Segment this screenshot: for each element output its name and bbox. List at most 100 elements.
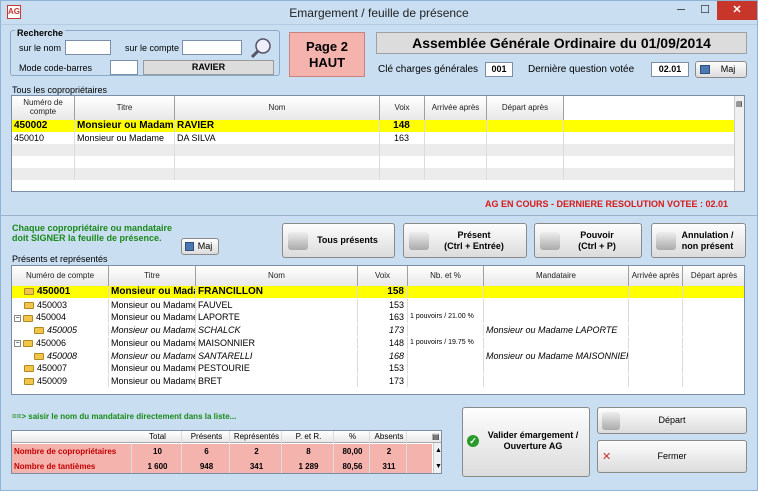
present-account-text: 450007 — [37, 363, 68, 374]
present-votes-cell: 168 — [358, 349, 408, 362]
col-title[interactable]: Titre — [75, 96, 175, 120]
window-title: Emargement / feuille de présence — [289, 6, 469, 20]
last-question-label: Dernière question votée — [528, 64, 635, 75]
present-account-cell: 450007 — [12, 362, 109, 375]
close-button[interactable]: ✕ Fermer — [597, 440, 747, 473]
page-badge: Page 2 HAUT — [289, 32, 365, 77]
col-votes[interactable]: Voix — [380, 96, 425, 120]
present-empty-cell — [629, 374, 683, 387]
maj-top-button[interactable]: Maj — [695, 61, 747, 78]
power-button[interactable]: Pouvoir (Ctrl + P) — [534, 223, 642, 258]
owner-row[interactable] — [12, 156, 734, 168]
owners-grid: Numéro de compte Titre Nom Voix Arrivée … — [11, 95, 745, 192]
folder-icon — [24, 287, 34, 295]
p-col-arrival[interactable]: Arrivée après — [629, 266, 683, 286]
present-row[interactable]: 450005 Monsieur ou Madame SCHALCK 173 Monsie… — [12, 324, 744, 337]
present-votes-cell: 158 — [358, 286, 408, 298]
owner-row[interactable]: 450002 Monsieur ou Madame RAVIER 148 — [12, 120, 734, 132]
col-account[interactable]: Numéro de compte — [12, 96, 75, 120]
present-row[interactable]: − 450006 Monsieur ou Madame MAISONNIER 148 1 … — [12, 336, 744, 349]
owner-departure-cell — [487, 144, 564, 156]
totals-scrollbar[interactable]: ▲ ▼ — [433, 443, 441, 473]
owner-row[interactable]: 450010 Monsieur ou Madame DA SILVA 163 — [12, 132, 734, 144]
p-col-nb[interactable]: Nb. et % — [408, 266, 484, 286]
present-votes-cell: 148 — [358, 336, 408, 349]
minimize-button[interactable]: ─ — [669, 1, 693, 20]
totals-header: Total Présents Représentés P. et R.% Absents… — [12, 431, 441, 443]
depart-label: Départ — [658, 415, 686, 425]
col-name[interactable]: Nom — [175, 96, 380, 120]
present-row[interactable]: 450007 Monsieur ou Madame PESTOURIE 153 — [12, 362, 744, 375]
present-row[interactable]: − 450004 Monsieur ou Madame LAPORTE 163 1 pou… — [12, 311, 744, 324]
status-text: AG EN COURS - DERNIERE RESOLUTION VOTEE … — [485, 199, 729, 209]
p-col-proxy[interactable]: Mandataire — [484, 266, 629, 286]
present-nb-cell: 1 pouvoirs / 19.75 % — [408, 336, 484, 349]
p-col-departure[interactable]: Départ après — [683, 266, 744, 286]
col-departure[interactable]: Départ après — [487, 96, 564, 120]
col-arrival[interactable]: Arrivée après — [425, 96, 487, 120]
present-row[interactable]: 450003 Monsieur ou Madame FAUVEL 153 — [12, 298, 744, 311]
owner-departure-cell — [487, 132, 564, 144]
present-proxy-cell — [484, 336, 629, 349]
p-col-title[interactable]: Titre — [109, 266, 196, 286]
owner-title-cell: Monsieur ou Madame — [75, 132, 175, 144]
p-col-name[interactable]: Nom — [196, 266, 358, 286]
account-search-input[interactable] — [182, 40, 242, 55]
maximize-button[interactable]: ☐ — [693, 1, 717, 20]
current-name-field: RAVIER — [143, 60, 274, 75]
grid-settings-icon[interactable]: ▤ — [736, 100, 743, 108]
present-empty-cell — [629, 362, 683, 375]
p-col-account[interactable]: Numéro de compte — [12, 266, 109, 286]
all-present-button[interactable]: Tous présents — [282, 223, 395, 258]
present-title-cell: Monsieur ou Madame — [111, 324, 196, 337]
search-icon[interactable] — [249, 36, 273, 60]
present-title-cell: Monsieur ou Madame — [111, 336, 196, 349]
present-empty-cell — [683, 299, 744, 311]
totals-settings-icon[interactable]: ▤ — [432, 432, 440, 441]
totals-col-header: P. et R. — [282, 431, 334, 443]
p-col-votes[interactable]: Voix — [358, 266, 408, 286]
depart-button[interactable]: Départ — [597, 407, 747, 434]
present-proxy-cell — [484, 286, 629, 298]
owner-account-cell: 450010 — [12, 132, 75, 144]
totals-value-cell: 948 — [182, 459, 230, 473]
present-button[interactable]: Présent (Ctrl + Entrée) — [403, 223, 527, 258]
owner-row[interactable] — [12, 168, 734, 180]
owner-row[interactable] — [12, 144, 734, 156]
collapse-icon[interactable]: − — [14, 314, 21, 322]
present-empty-cell — [683, 375, 744, 387]
cancel-present-button[interactable]: Annulation / non présent — [651, 223, 746, 258]
owner-arrival-cell — [425, 156, 487, 168]
present-account-text: 450006 — [36, 337, 67, 348]
owner-title-cell — [75, 144, 175, 156]
present-proxy-cell — [484, 362, 629, 375]
validate-label2: Ouverture AG — [503, 441, 563, 451]
present-row[interactable]: 450009 Monsieur ou Madame BRET 173 — [12, 374, 744, 387]
refresh-icon — [185, 242, 194, 251]
folder-icon — [34, 352, 44, 360]
owner-account-cell — [12, 168, 75, 180]
present-name-cell: MAISONNIER — [196, 336, 358, 349]
totals-value-cell: 80,56 — [334, 459, 370, 473]
owners-scrollbar[interactable]: ▤ — [734, 96, 744, 191]
maj-top-label: Maj — [720, 64, 736, 74]
maj-bottom-button[interactable]: Maj — [181, 238, 219, 255]
present-account-cell: − 450004 — [12, 311, 109, 324]
present-name-cell: FRANCILLON — [196, 286, 358, 298]
barcode-input[interactable] — [110, 60, 138, 75]
present-row[interactable]: 450008 Monsieur ou Madame SANTARELLI 168 Mon… — [12, 349, 744, 362]
present-row[interactable]: 450001 Monsieur ou MadameFRANCILLON158 — [12, 286, 744, 298]
collapse-icon[interactable]: − — [14, 339, 21, 347]
last-question-field[interactable]: 02.01 — [651, 62, 689, 77]
key-field[interactable]: 001 — [485, 62, 513, 77]
owner-name-cell: RAVIER — [175, 120, 380, 132]
meeting-title: Assemblée Générale Ordinaire du 01/09/20… — [376, 32, 747, 54]
totals-row: Nombre de copropriétaires 10 6 2 8 80,00 2 — [12, 444, 432, 459]
present-empty-cell — [629, 349, 683, 362]
validate-button[interactable]: ✓ Valider émargement / Ouverture AG — [462, 407, 590, 477]
refresh-icon — [700, 65, 710, 74]
name-search-input[interactable] — [65, 40, 111, 55]
validate-label1: Valider émargement / — [487, 430, 579, 440]
close-window-button[interactable]: ✕ — [717, 1, 757, 20]
present-votes-cell: 153 — [358, 298, 408, 311]
